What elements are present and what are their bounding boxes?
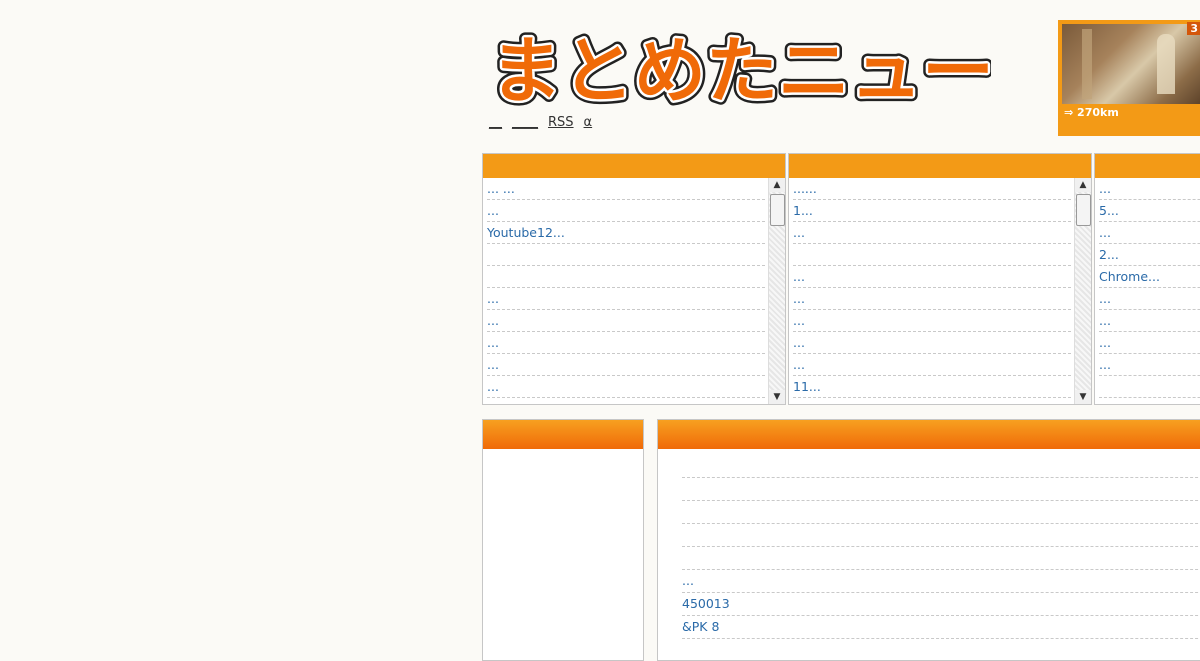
scroll-up-arrow-icon[interactable]: ▲ [1075,178,1091,192]
main-box-header [658,420,1200,449]
column-scrollbar-2[interactable]: ▲ ▼ [1074,178,1091,404]
list-item[interactable]: ... [793,266,1071,288]
list-item[interactable]: ... [487,354,765,376]
list-item[interactable]: ... ... [487,178,765,200]
list-item[interactable]: ... [1099,310,1200,332]
list-item[interactable]: &PK 8 [682,616,1200,639]
list-item[interactable]: 5... [1099,200,1200,222]
list-item[interactable]: ... [1099,222,1200,244]
list-item[interactable]: 2... [1099,244,1200,266]
list-item[interactable]: ... [1099,354,1200,376]
news-column-2: ...... 1... ... ... ... ... ... ... 11..… [788,153,1092,405]
scroll-down-arrow-icon[interactable]: ▼ [1075,390,1091,404]
site-logo[interactable]: まとめたニュース まとめたニュース まとめたニュース [486,20,991,108]
column-list-2[interactable]: ...... 1... ... ... ... ... ... ... 11..… [793,178,1071,404]
column-scrollbar-1[interactable]: ▲ ▼ [768,178,785,404]
list-item[interactable]: ... [793,288,1071,310]
nav-link-alpha[interactable]: α [584,115,593,130]
list-item[interactable] [682,501,1200,524]
list-item[interactable]: ... [1099,288,1200,310]
list-item[interactable]: ...... [793,178,1071,200]
feature-badge: 3 [1187,22,1200,35]
column-header-2 [789,154,1091,178]
column-header-3 [1095,154,1200,178]
list-item[interactable]: ... [487,376,765,398]
list-item[interactable] [487,266,765,288]
column-list-3[interactable]: ... 5... ... 2... Chrome... ... ... ... … [1099,178,1200,404]
list-item[interactable]: ... [793,222,1071,244]
list-item[interactable] [793,244,1071,266]
list-item[interactable]: 450013 [682,593,1200,616]
scroll-thumb[interactable] [1076,194,1091,226]
column-list-1[interactable]: ... ... ... Youtube12... ... ... ... ...… [487,178,765,404]
main-news-box: ... 450013 &PK 8 [657,419,1200,661]
scroll-down-arrow-icon[interactable]: ▼ [769,390,785,404]
list-item[interactable]: ... [487,310,765,332]
feature-caption: ⇒ 270km [1064,106,1119,119]
logo-text-fill: まとめたニュース [490,29,991,108]
main-news-list[interactable]: ... 450013 &PK 8 [682,455,1200,639]
nav-link-rss[interactable]: RSS [548,115,574,130]
list-item[interactable] [682,547,1200,570]
header-nav: __ ____ RSS α [489,115,592,130]
scroll-thumb[interactable] [770,194,785,226]
nav-link-2[interactable]: ____ [512,115,538,130]
list-item[interactable] [487,244,765,266]
list-item[interactable]: ... [793,398,1071,404]
column-header-1 [483,154,785,178]
list-item[interactable]: ... [793,354,1071,376]
list-item[interactable]: ... [1099,178,1200,200]
list-item[interactable]: ... [793,332,1071,354]
sidebar-box [482,419,644,661]
scroll-up-arrow-icon[interactable]: ▲ [769,178,785,192]
nav-link-1[interactable]: __ [489,115,502,130]
list-item[interactable]: Chrome... [1099,266,1200,288]
list-item[interactable]: ... [487,332,765,354]
list-item[interactable]: ... [1099,332,1200,354]
news-column-1: ... ... ... Youtube12... ... ... ... ...… [482,153,786,405]
feature-thumbnail[interactable]: ⇒ 270km 3 [1058,20,1200,136]
feature-image [1062,24,1200,104]
list-item[interactable]: ... [487,288,765,310]
list-item[interactable] [682,455,1200,478]
sidebar-box-header [483,420,643,449]
list-item[interactable]: ... [682,570,1200,593]
list-item[interactable]: ... [487,200,765,222]
list-item[interactable]: Youtube12... [487,222,765,244]
list-item[interactable] [682,478,1200,501]
news-column-3: ... 5... ... 2... Chrome... ... ... ... … [1094,153,1200,405]
list-item[interactable]: 11... [793,376,1071,398]
list-item[interactable]: 1... [793,200,1071,222]
list-item[interactable] [1099,376,1200,398]
list-item[interactable]: ... [793,310,1071,332]
list-item[interactable] [682,524,1200,547]
